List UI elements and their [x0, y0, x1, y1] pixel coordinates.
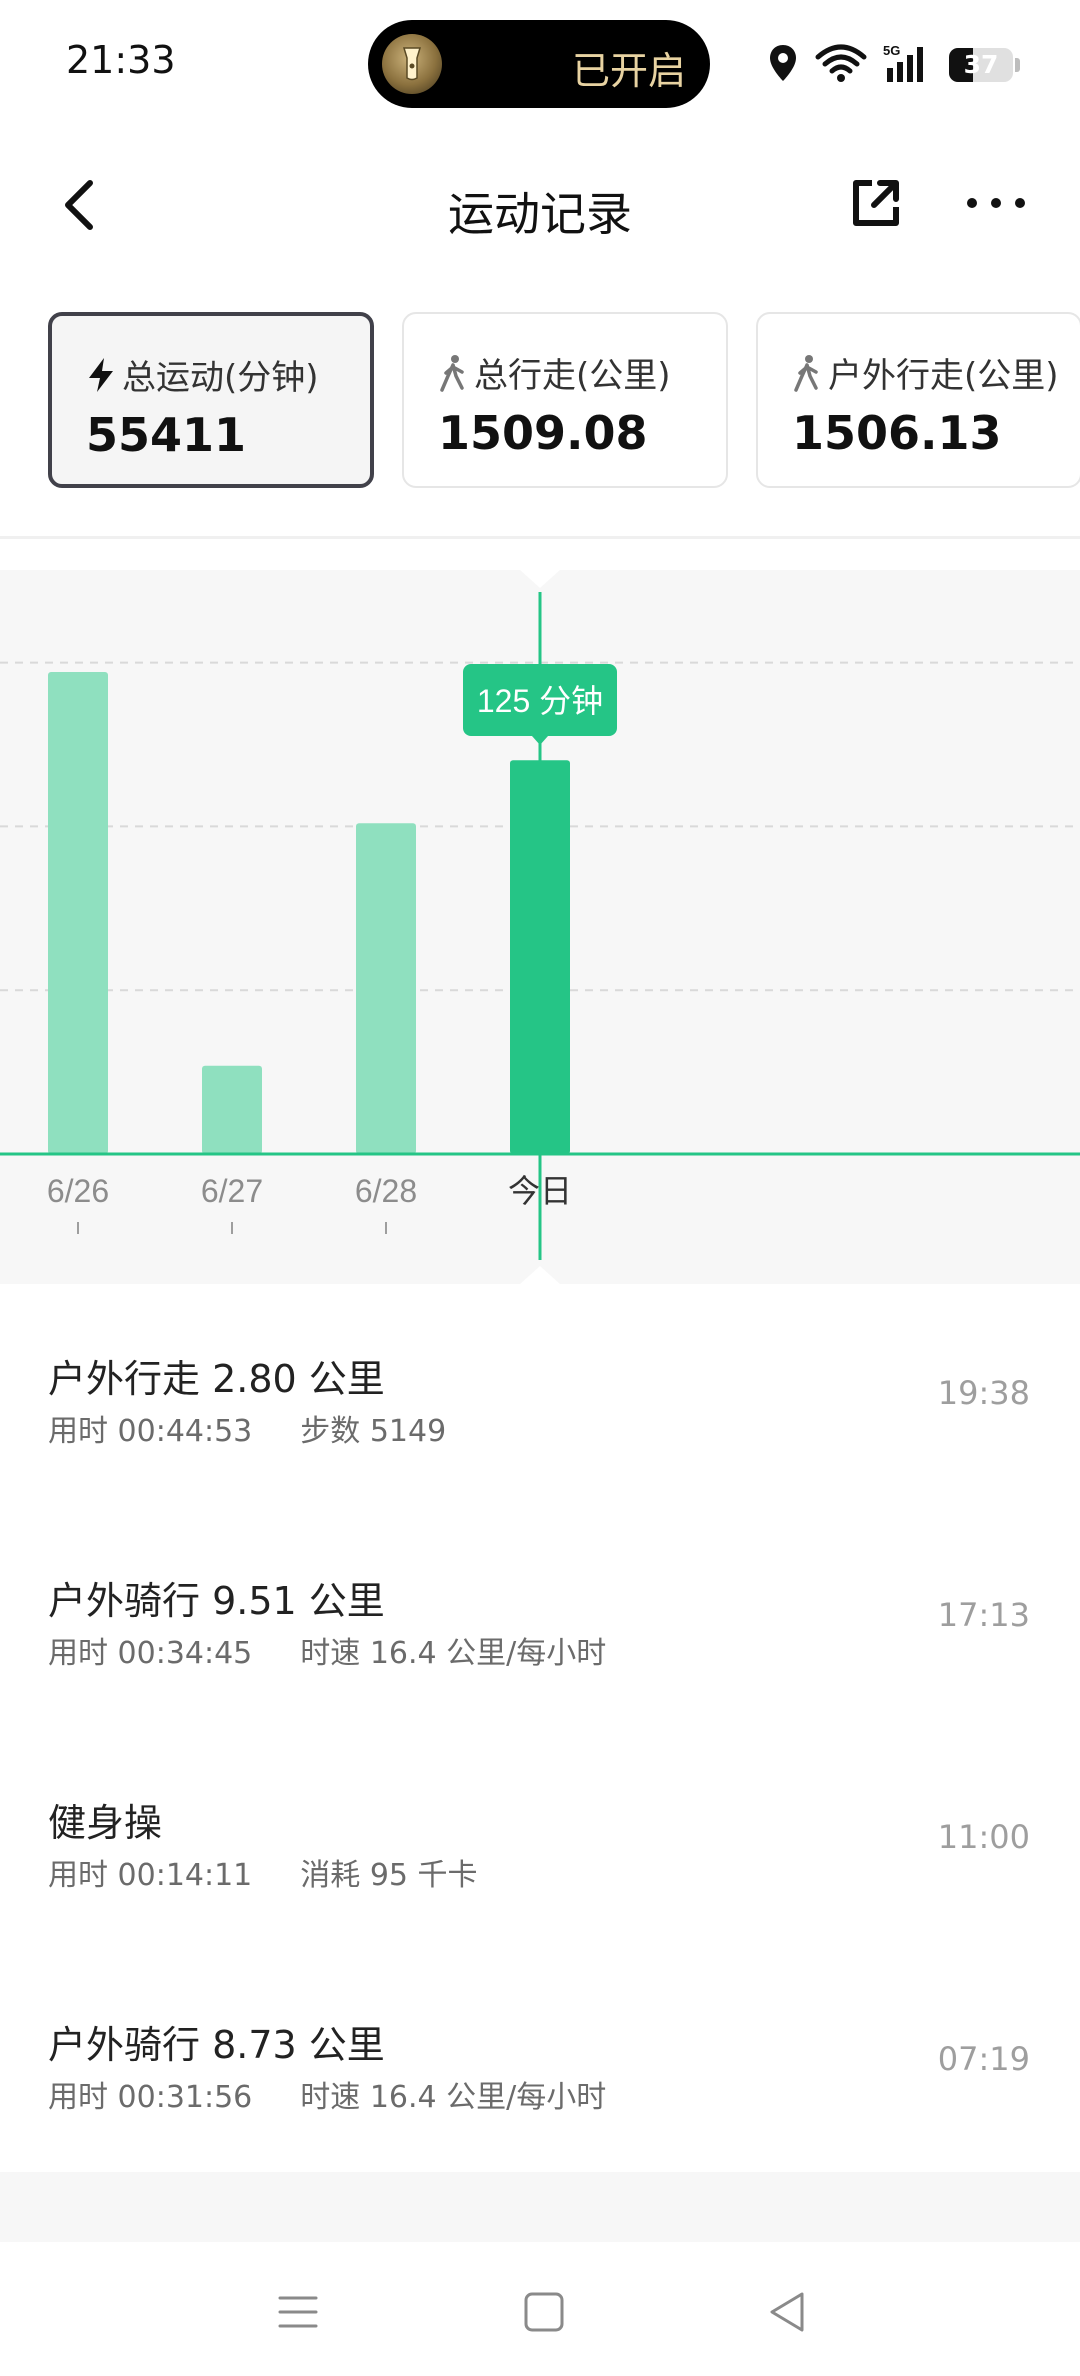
- svg-text:5G: 5G: [883, 43, 900, 58]
- back-nav-button[interactable]: [758, 2282, 818, 2342]
- page-title: 运动记录: [448, 187, 632, 241]
- stat-card-value: 1509.08: [438, 406, 648, 460]
- record-title: 健身操: [48, 1801, 163, 1845]
- share-external-icon: [853, 180, 899, 226]
- home-square-icon: [524, 2292, 564, 2332]
- exercise-chart[interactable]: 6/26 6/27 6/28 今日 125 分钟: [0, 570, 1080, 1284]
- walking-icon: [440, 354, 464, 392]
- lightning-icon: [89, 357, 113, 392]
- record-title: 户外骑行 8.73 公里: [48, 2023, 385, 2067]
- stat-card-value: 55411: [86, 408, 247, 462]
- record-details: 用时 00:34:45 时速 16.4 公里/每小时: [48, 1628, 654, 1672]
- stat-card-value: 1506.13: [792, 406, 1002, 460]
- record-item[interactable]: 户外行走 2.80 公里用时 00:44:53 步数 5149 19:38: [0, 1348, 1080, 1548]
- flashlight-status-text: 已开启: [571, 49, 686, 93]
- chart-tooltip-pointer: [532, 736, 548, 745]
- record-duration: 用时 00:31:56: [48, 2080, 253, 2115]
- chart-bar-今日: [510, 760, 570, 1154]
- section-divider: [0, 536, 1080, 539]
- home-button[interactable]: [514, 2282, 574, 2342]
- back-triangle-icon: [770, 2292, 804, 2332]
- record-duration: 用时 00:44:53: [48, 1414, 253, 1449]
- stat-card-label-text: 总运动(分钟): [122, 358, 319, 398]
- record-item[interactable]: 健身操用时 00:14:11 消耗 95 千卡 11:00: [0, 1792, 1080, 1992]
- chart-tooltip-text: 125 分钟: [477, 683, 603, 719]
- wifi-icon: [815, 43, 867, 87]
- record-title: 户外骑行 9.51 公里: [48, 1579, 385, 1623]
- system-nav-bar: [0, 2242, 1080, 2376]
- record-duration: 用时 00:34:45: [48, 1636, 253, 1671]
- chart-bar-6/26: [48, 672, 108, 1154]
- stat-card-total-exercise[interactable]: 总运动(分钟) 55411: [48, 312, 374, 488]
- record-item[interactable]: 户外骑行 9.51 公里用时 00:34:45 时速 16.4 公里/每小时 17:…: [0, 1570, 1080, 1770]
- record-extra: 时速 16.4 公里/每小时: [300, 2080, 607, 2115]
- record-extra: 时速 16.4 公里/每小时: [300, 1636, 607, 1671]
- chart-x-tick-label: 6/27: [201, 1173, 263, 1209]
- record-time: 07:19: [937, 2040, 1030, 2078]
- stat-cards: 总运动(分钟) 55411 总行走(公里) 1509.08 户外行走(公里) 1…: [0, 312, 1080, 492]
- stat-card-label: 户外行走(公里): [792, 348, 1059, 397]
- record-time: 11:00: [937, 1818, 1030, 1856]
- status-icons: 5G 37: [767, 42, 1020, 88]
- record-duration: 用时 00:14:11: [48, 1858, 253, 1893]
- record-details: 用时 00:14:11 消耗 95 千卡: [48, 1850, 526, 1894]
- record-details: 用时 00:44:53 步数 5149: [48, 1406, 494, 1450]
- more-dots-icon: [967, 198, 1025, 208]
- walking-icon: [794, 354, 818, 392]
- record-extra: 消耗 95 千卡: [300, 1858, 478, 1893]
- flashlight-pill[interactable]: 已开启: [368, 20, 710, 108]
- chart-bar-6/27: [202, 1065, 262, 1154]
- flashlight-icon: [382, 34, 442, 94]
- more-button[interactable]: [966, 173, 1026, 233]
- battery-icon: 37: [949, 48, 1013, 82]
- stat-card-label-text: 户外行走(公里): [828, 356, 1059, 396]
- menu-button[interactable]: [268, 2282, 328, 2342]
- stat-card-label-text: 总行走(公里): [474, 356, 671, 396]
- record-extra: 步数 5149: [300, 1414, 447, 1449]
- app-header: 运动记录: [0, 140, 1080, 270]
- chart-x-tick-label: 6/26: [47, 1173, 109, 1209]
- record-time: 19:38: [937, 1374, 1030, 1412]
- record-time: 17:13: [937, 1596, 1030, 1634]
- chart-top-notch: [520, 570, 560, 588]
- bottom-spacer: [0, 2172, 1080, 2242]
- stat-card-label: 总行走(公里): [438, 348, 671, 397]
- 5g-signal-icon: 5G: [883, 42, 933, 88]
- chart-x-tick-label: 今日: [508, 1173, 572, 1209]
- stat-card-total-walk[interactable]: 总行走(公里) 1509.08: [402, 312, 728, 488]
- share-button[interactable]: [846, 173, 906, 233]
- stat-card-label: 总运动(分钟): [86, 350, 319, 399]
- battery-level: 37: [963, 50, 999, 79]
- location-icon: [767, 43, 799, 87]
- record-details: 用时 00:31:56 时速 16.4 公里/每小时: [48, 2072, 654, 2116]
- stat-card-outdoor-walk[interactable]: 户外行走(公里) 1506.13: [756, 312, 1080, 488]
- status-time: 21:33: [66, 38, 176, 82]
- menu-icon: [278, 2296, 318, 2328]
- status-bar: 21:33 已开启 5G 37: [0, 0, 1080, 130]
- record-title: 户外行走 2.80 公里: [48, 1357, 385, 1401]
- chart-svg[interactable]: 6/26 6/27 6/28 今日 125 分钟: [0, 570, 1080, 1284]
- battery-tip: [1015, 58, 1020, 72]
- chart-x-tick-label: 6/28: [355, 1173, 417, 1209]
- chart-bar-6/28: [356, 823, 416, 1154]
- chart-bottom-notch: [520, 1266, 560, 1284]
